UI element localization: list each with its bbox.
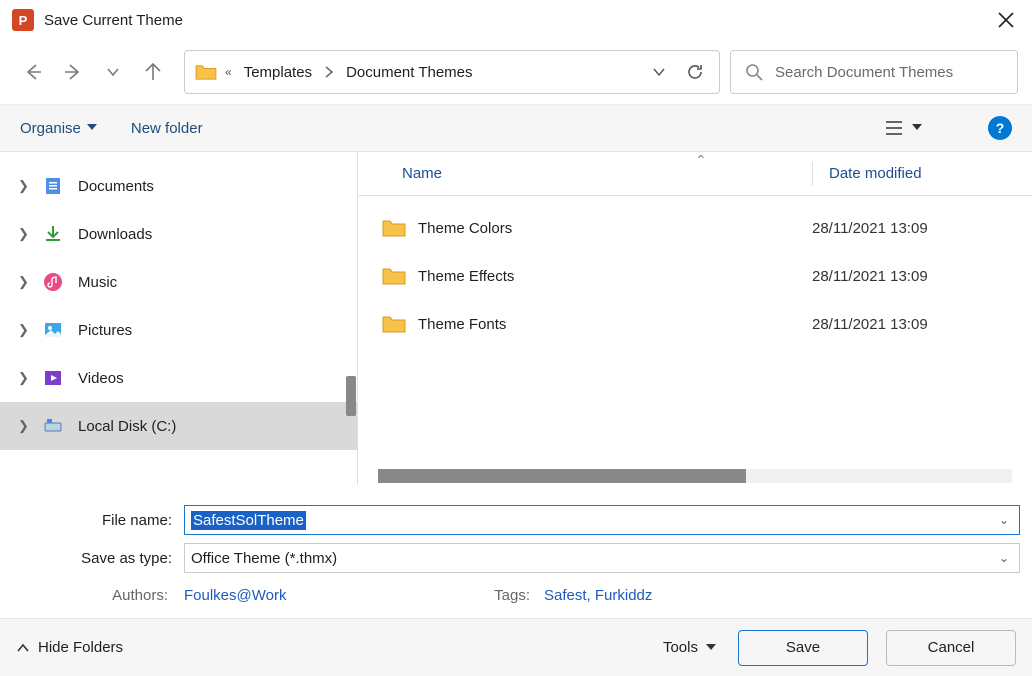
list-view-icon	[886, 120, 906, 136]
column-header-date[interactable]: Date modified	[813, 165, 922, 182]
cancel-button[interactable]: Cancel	[886, 630, 1016, 666]
refresh-icon	[686, 63, 704, 81]
hide-folders-label: Hide Folders	[38, 639, 123, 656]
chevron-right-icon	[324, 66, 334, 78]
nav-back-button[interactable]	[22, 61, 44, 83]
caret-down-icon	[912, 124, 922, 132]
search-placeholder: Search Document Themes	[775, 64, 953, 81]
caret-down-icon	[706, 644, 716, 652]
tree-item-music[interactable]: ❯ Music	[0, 258, 357, 306]
arrow-up-icon	[143, 62, 163, 82]
help-button[interactable]: ?	[988, 116, 1012, 140]
file-name: Theme Colors	[418, 220, 512, 237]
organise-label: Organise	[20, 120, 81, 137]
chevron-up-icon	[16, 641, 30, 655]
file-date: 28/11/2021 13:09	[812, 268, 928, 285]
expand-caret[interactable]: ❯	[18, 322, 28, 338]
new-folder-button[interactable]: New folder	[131, 120, 203, 137]
column-header-row: ⌃ Name Date modified	[358, 152, 1032, 196]
file-name: Theme Effects	[418, 268, 514, 285]
refresh-button[interactable]	[681, 58, 709, 86]
breadcrumb-seg-document-themes[interactable]: Document Themes	[342, 60, 476, 85]
tree-item-label: Pictures	[78, 322, 132, 339]
folder-icon	[382, 314, 406, 334]
window-title: Save Current Theme	[44, 12, 992, 29]
drive-icon	[42, 415, 64, 437]
chevron-down-icon	[651, 64, 667, 80]
tags-label: Tags:	[484, 587, 544, 604]
expand-caret[interactable]: ❯	[18, 370, 28, 386]
arrow-right-icon	[63, 62, 83, 82]
expand-caret[interactable]: ❯	[18, 226, 28, 242]
file-date: 28/11/2021 13:09	[812, 316, 928, 333]
tree-item-label: Downloads	[78, 226, 152, 243]
search-icon	[745, 63, 763, 81]
close-icon	[998, 12, 1014, 28]
tree-item-documents[interactable]: ❯ Documents	[0, 162, 357, 210]
music-icon	[42, 271, 64, 293]
tree-item-downloads[interactable]: ❯ Downloads	[0, 210, 357, 258]
save-button[interactable]: Save	[738, 630, 868, 666]
chevron-down-icon	[106, 65, 120, 79]
file-name: Theme Fonts	[418, 316, 506, 333]
downloads-icon	[42, 223, 64, 245]
tree-item-label: Documents	[78, 178, 154, 195]
arrow-left-icon	[23, 62, 43, 82]
file-row[interactable]: Theme Effects 28/11/2021 13:09	[358, 252, 1032, 300]
file-row[interactable]: Theme Colors 28/11/2021 13:09	[358, 204, 1032, 252]
folder-icon	[382, 218, 406, 238]
tree-item-videos[interactable]: ❯ Videos	[0, 354, 357, 402]
authors-value[interactable]: Foulkes@Work	[184, 587, 484, 604]
videos-icon	[42, 367, 64, 389]
filename-value: SafestSolTheme	[191, 511, 306, 530]
nav-history-button[interactable]	[102, 61, 124, 83]
authors-label: Authors:	[12, 587, 184, 604]
breadcrumb-dropdown[interactable]	[645, 58, 673, 86]
view-options-button[interactable]	[886, 120, 928, 136]
expand-caret[interactable]: ❯	[18, 274, 28, 290]
filename-label: File name:	[12, 512, 184, 529]
organise-button[interactable]: Organise	[20, 120, 97, 137]
file-row[interactable]: Theme Fonts 28/11/2021 13:09	[358, 300, 1032, 348]
tree-item-pictures[interactable]: ❯ Pictures	[0, 306, 357, 354]
expand-caret[interactable]: ❯	[18, 178, 28, 194]
tools-label: Tools	[663, 639, 698, 656]
hide-folders-button[interactable]: Hide Folders	[16, 639, 123, 656]
chevron-down-icon[interactable]: ⌄	[999, 513, 1009, 527]
nav-up-button[interactable]	[142, 61, 164, 83]
documents-icon	[42, 175, 64, 197]
folder-icon	[195, 63, 217, 81]
search-input[interactable]: Search Document Themes	[730, 50, 1018, 94]
horizontal-scrollbar[interactable]	[378, 469, 1012, 483]
tree-item-label: Music	[78, 274, 117, 291]
sidebar-scrollbar[interactable]	[346, 376, 356, 416]
chevron-down-icon[interactable]: ⌄	[999, 551, 1009, 565]
tags-value[interactable]: Safest, Furkiddz	[544, 587, 652, 604]
close-button[interactable]	[992, 6, 1020, 34]
nav-forward-button[interactable]	[62, 61, 84, 83]
pictures-icon	[42, 319, 64, 341]
saveastype-value: Office Theme (*.thmx)	[191, 550, 337, 567]
filename-input[interactable]: SafestSolTheme ⌄	[184, 505, 1020, 535]
tools-button[interactable]: Tools	[663, 639, 716, 656]
powerpoint-icon: P	[12, 9, 34, 31]
folder-tree: ❯ Documents ❯ Downloads ❯ Music ❯ Pictur…	[0, 152, 358, 485]
folder-icon	[382, 266, 406, 286]
tree-item-label: Videos	[78, 370, 124, 387]
breadcrumb-overflow[interactable]: «	[225, 65, 232, 79]
sort-indicator-icon: ⌃	[695, 152, 707, 169]
tree-item-label: Local Disk (C:)	[78, 418, 176, 435]
saveastype-select[interactable]: Office Theme (*.thmx) ⌄	[184, 543, 1020, 573]
breadcrumb[interactable]: « Templates Document Themes	[184, 50, 720, 94]
saveastype-label: Save as type:	[12, 550, 184, 567]
tree-item-local-disk[interactable]: ❯ Local Disk (C:)	[0, 402, 357, 450]
column-header-name[interactable]: Name	[402, 165, 812, 182]
expand-caret[interactable]: ❯	[18, 418, 28, 434]
breadcrumb-seg-templates[interactable]: Templates	[240, 60, 316, 85]
caret-down-icon	[87, 124, 97, 132]
file-date: 28/11/2021 13:09	[812, 220, 928, 237]
